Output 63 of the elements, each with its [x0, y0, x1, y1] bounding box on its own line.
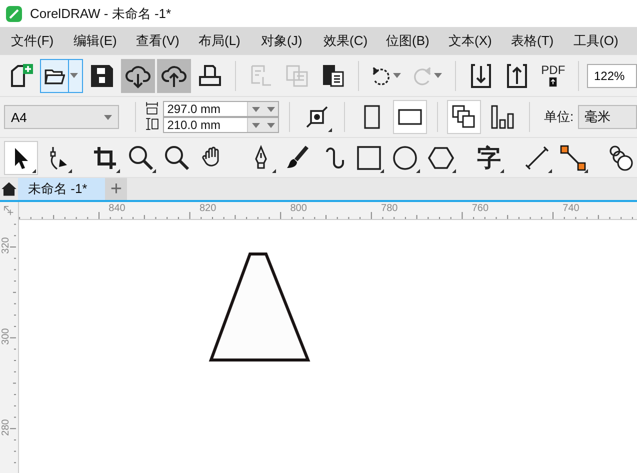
ruler-label: 320 — [0, 236, 12, 256]
stacked-pages-icon — [451, 104, 478, 130]
zoom-icon — [128, 144, 154, 170]
copy-document-icon — [284, 62, 310, 88]
home-icon — [1, 181, 17, 197]
page-small-icon — [547, 76, 560, 88]
folder-button[interactable] — [40, 58, 83, 92]
document-tab[interactable]: 未命名 -1* — [18, 178, 106, 200]
caret-icon — [104, 114, 112, 120]
ruler-label: 820 — [199, 203, 216, 214]
ruler-label: 740 — [562, 203, 580, 214]
width-icon — [145, 101, 160, 115]
new-document-icon — [8, 62, 34, 88]
landscape-button[interactable] — [392, 100, 427, 134]
crop-icon — [92, 144, 118, 170]
ruler-label: 780 — [381, 203, 398, 214]
printer-icon — [196, 62, 223, 88]
units-dropdown[interactable]: 毫米 — [578, 105, 637, 129]
menu-item[interactable]: 文件(F) — [0, 31, 62, 51]
page-size-icon — [304, 104, 330, 130]
pdf-button[interactable]: PDF — [536, 58, 570, 92]
menu-item[interactable]: 工具(O) — [562, 31, 625, 51]
menu-item[interactable]: 位图(B) — [375, 31, 438, 51]
menu-item[interactable]: 查看(V) — [125, 31, 188, 51]
menu-item[interactable]: 效果(C) — [312, 31, 375, 51]
text-tool[interactable]: 字 — [472, 140, 506, 174]
paper-size-dropdown[interactable]: A4 — [4, 105, 118, 129]
connector-icon — [560, 144, 586, 170]
all-pages-button[interactable] — [447, 100, 482, 134]
ruler-label: 300 — [0, 327, 12, 346]
app-logo-icon — [6, 6, 22, 22]
caret-icon — [70, 73, 78, 78]
ruler-label: 760 — [472, 203, 489, 214]
new-tab-button[interactable]: + — [105, 178, 128, 200]
caret-icon — [434, 73, 442, 78]
ruler-label: 280 — [0, 418, 12, 438]
menu-item[interactable]: 文本(X) — [438, 31, 500, 51]
caret-icon — [392, 73, 401, 78]
menu-item[interactable]: 布局(L) — [188, 31, 250, 51]
circles-icon — [608, 144, 634, 170]
magnifier-icon — [164, 144, 190, 170]
height-field[interactable]: 210.0 mm — [163, 117, 280, 133]
ruler-label: 840 — [108, 203, 126, 214]
ruler-origin-icon — [3, 205, 15, 217]
ellipse-icon — [392, 144, 418, 170]
hexagon-icon — [428, 144, 454, 170]
cloud-upload-button[interactable] — [156, 58, 191, 92]
menu-item[interactable]: 编辑(E) — [62, 31, 125, 51]
cloud-download-button[interactable] — [120, 58, 155, 92]
window-title: CorelDRAW - 未命名 -1* — [30, 4, 172, 22]
pointer-tool[interactable] — [4, 140, 38, 174]
brush-icon — [284, 144, 310, 170]
rectangle-icon — [356, 144, 382, 170]
height-icon — [145, 117, 160, 131]
dimension-line-icon — [524, 144, 550, 170]
zoom-field[interactable]: 122% — [586, 64, 637, 88]
units-label: 单位: — [544, 108, 574, 126]
width-field[interactable]: 297.0 mm — [163, 101, 280, 117]
menu-item[interactable]: 对象(J) — [250, 31, 312, 51]
ruler-label: 800 — [290, 203, 307, 214]
bar-pages-icon — [489, 104, 516, 130]
menu-item[interactable]: 表格(T) — [500, 31, 562, 51]
trapezoid-shape[interactable] — [208, 252, 310, 362]
